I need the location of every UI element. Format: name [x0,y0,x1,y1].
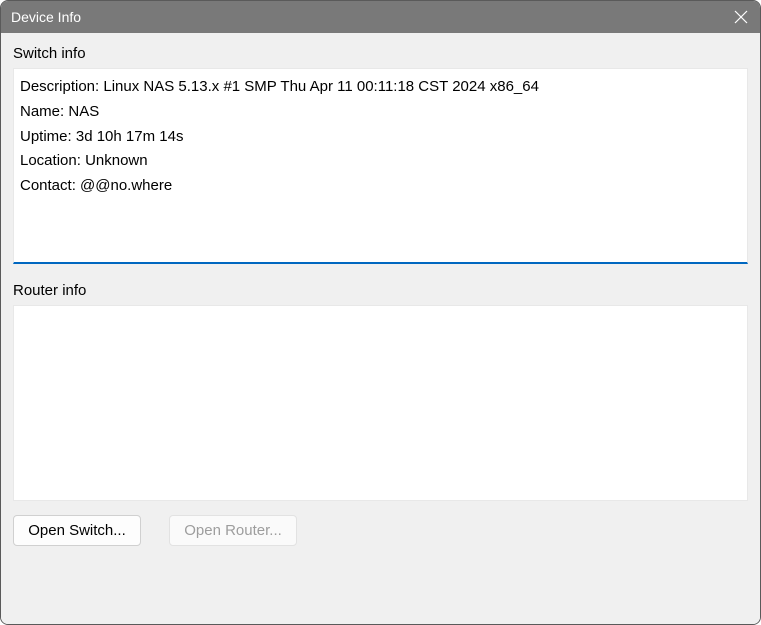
switch-name-label: Name: [20,103,64,120]
switch-info-textbox[interactable]: Description: Linux NAS 5.13.x #1 SMP Thu… [13,68,748,264]
spacer [13,264,748,280]
open-router-button: Open Router... [169,515,297,546]
switch-location-label: Location: [20,152,81,169]
switch-name-row: Name: NAS [20,100,741,125]
switch-name-value: NAS [68,103,99,120]
close-icon[interactable] [734,10,748,24]
titlebar: Device Info [1,1,760,33]
switch-location-value: Unknown [85,152,148,169]
switch-uptime-row: Uptime: 3d 10h 17m 14s [20,125,741,150]
switch-location-row: Location: Unknown [20,149,741,174]
switch-contact-value: @@no.where [80,177,172,194]
switch-contact-row: Contact: @@no.where [20,174,741,199]
switch-description-value: Linux NAS 5.13.x #1 SMP Thu Apr 11 00:11… [103,78,539,95]
switch-info-label: Switch info [13,45,748,62]
device-info-window: Device Info Switch info Description: Lin… [0,0,761,625]
switch-description-label: Description: [20,78,99,95]
content-area: Switch info Description: Linux NAS 5.13.… [1,33,760,624]
router-info-textbox[interactable] [13,305,748,501]
open-switch-button[interactable]: Open Switch... [13,515,141,546]
button-row: Open Switch... Open Router... [13,515,748,546]
switch-description-row: Description: Linux NAS 5.13.x #1 SMP Thu… [20,75,741,100]
switch-contact-label: Contact: [20,177,76,194]
window-title: Device Info [11,9,81,25]
switch-uptime-label: Uptime: [20,128,72,145]
switch-uptime-value: 3d 10h 17m 14s [76,128,184,145]
router-info-label: Router info [13,282,748,299]
